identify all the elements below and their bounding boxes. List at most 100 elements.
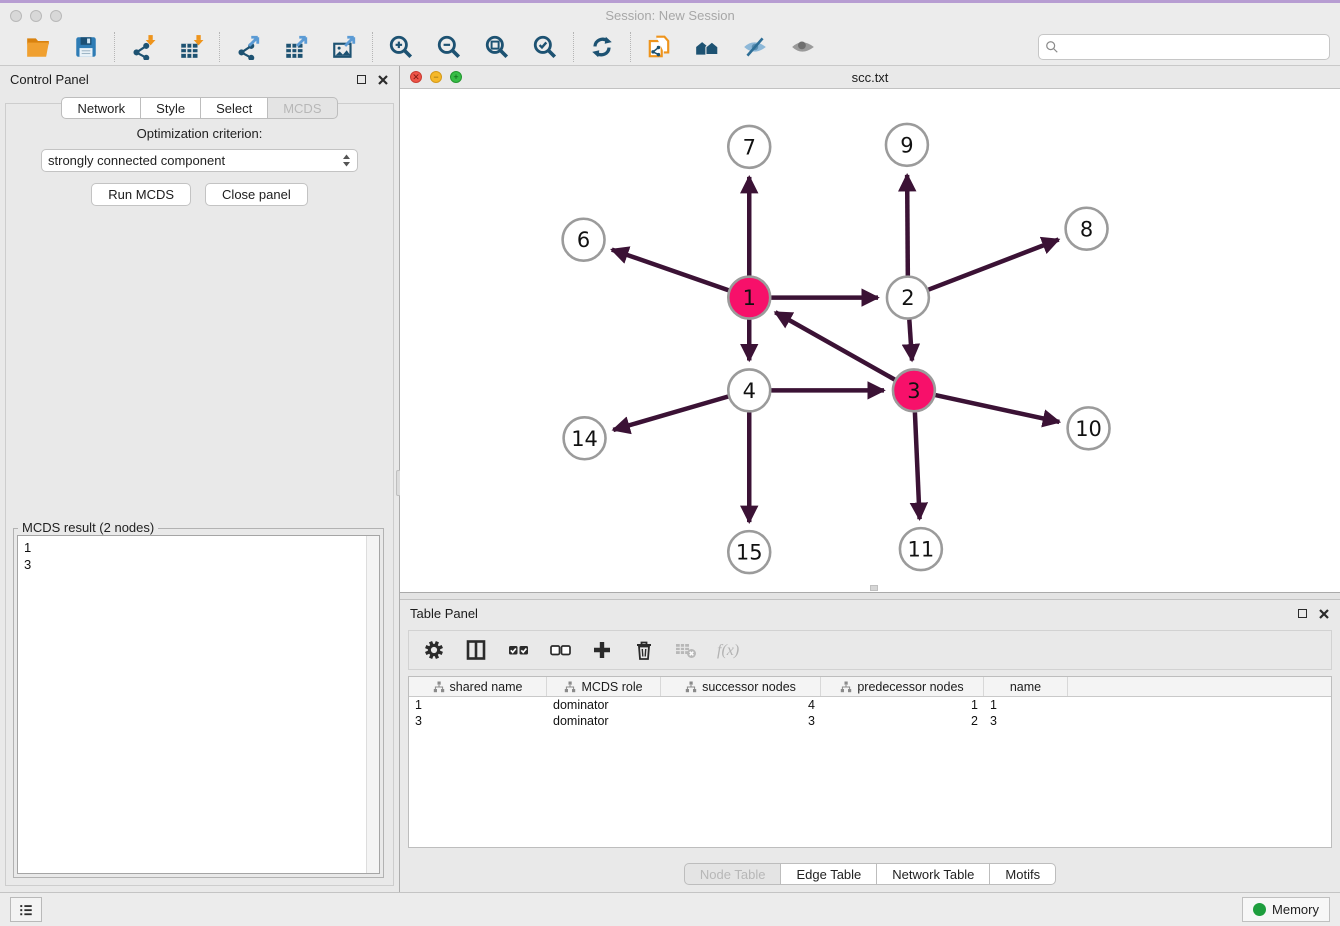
mcds-result-values: 13 (18, 536, 366, 873)
search-box[interactable] (1038, 34, 1330, 60)
float-panel-icon[interactable] (355, 74, 367, 86)
tab-select[interactable]: Select (201, 97, 268, 119)
network-resize-grip[interactable] (870, 585, 878, 591)
zoom-out-button[interactable] (435, 33, 463, 61)
graph-node-4[interactable]: 4 (728, 369, 770, 411)
node-label: 11 (908, 538, 935, 562)
cell-MCDS-role[interactable]: dominator (547, 713, 661, 729)
tab-node-table[interactable]: Node Table (684, 863, 782, 885)
tab-network-table[interactable]: Network Table (877, 863, 990, 885)
graph-node-7[interactable]: 7 (728, 126, 770, 168)
optimization-criterion-label: Optimization criterion: (6, 126, 393, 141)
column-header-MCDS-role[interactable]: MCDS role (547, 677, 661, 696)
select-all-button[interactable] (505, 637, 531, 663)
refresh-icon (589, 34, 615, 60)
graph-edge-2-8[interactable] (928, 240, 1058, 290)
close-panel-button[interactable]: Close panel (205, 183, 308, 206)
tab-motifs[interactable]: Motifs (990, 863, 1056, 885)
graph-edge-3-11[interactable] (915, 412, 920, 519)
table-row[interactable]: 1dominator411 (409, 697, 1331, 713)
import-table-button[interactable] (177, 33, 205, 61)
network-canvas[interactable]: 7 9 6 8 1 2 4 3 14 10 15 11 (400, 89, 1340, 592)
column-header-filler (1068, 677, 1331, 696)
close-panel-icon[interactable] (377, 74, 389, 86)
memory-button[interactable]: Memory (1242, 897, 1330, 922)
cell-name[interactable]: 1 (984, 697, 1068, 713)
graph-edge-3-1[interactable] (775, 312, 894, 379)
column-type-icon (840, 681, 852, 693)
export-image-button[interactable] (330, 33, 358, 61)
float-table-panel-icon[interactable] (1296, 608, 1308, 620)
result-line: 3 (24, 556, 360, 573)
fit-content-button[interactable] (483, 33, 511, 61)
task-history-button[interactable] (10, 897, 42, 922)
svg-text:f(x): f(x) (717, 642, 739, 659)
column-label: name (1010, 680, 1041, 694)
function-builder-button: f(x) (715, 637, 741, 663)
graph-node-15[interactable]: 15 (728, 531, 770, 573)
graph-node-3[interactable]: 3 (893, 369, 935, 411)
graph-node-9[interactable]: 9 (886, 124, 928, 166)
tab-mcds[interactable]: MCDS (268, 97, 337, 119)
graph-node-1[interactable]: 1 (728, 277, 770, 319)
column-label: predecessor nodes (857, 680, 963, 694)
control-panel-title: Control Panel (10, 72, 89, 87)
column-header-successor-nodes[interactable]: successor nodes (661, 677, 821, 696)
right-column: ✕ − + scc.txt 7 9 6 8 1 2 4 (400, 66, 1340, 892)
graph-edge-3-10[interactable] (935, 395, 1059, 422)
tab-style[interactable]: Style (141, 97, 201, 119)
first-neighbors-button[interactable] (693, 33, 721, 61)
zoom-selected-button[interactable] (531, 33, 559, 61)
zoom-selected-icon (532, 34, 558, 60)
graph-node-14[interactable]: 14 (564, 417, 606, 459)
result-scrollbar[interactable] (366, 536, 379, 873)
cell-shared-name[interactable]: 1 (409, 697, 547, 713)
column-header-shared-name[interactable]: shared name (409, 677, 547, 696)
node-label: 3 (907, 379, 920, 403)
graph-node-6[interactable]: 6 (563, 219, 605, 261)
export-table-button[interactable] (282, 33, 310, 61)
search-input[interactable] (1063, 39, 1323, 54)
graph-edge-2-3[interactable] (909, 320, 912, 361)
column-header-name[interactable]: name (984, 677, 1068, 696)
search-icon (1045, 40, 1059, 54)
cell-successor-nodes[interactable]: 3 (661, 713, 821, 729)
graph-node-2[interactable]: 2 (887, 277, 929, 319)
refresh-button[interactable] (588, 33, 616, 61)
unselect-all-button[interactable] (547, 637, 573, 663)
show-all-button[interactable] (789, 33, 817, 61)
graph-edge-4-14[interactable] (613, 396, 728, 429)
hide-selected-button[interactable] (741, 33, 769, 61)
column-header-predecessor-nodes[interactable]: predecessor nodes (821, 677, 984, 696)
first-neighbors-icon (694, 34, 720, 60)
zoom-in-button[interactable] (387, 33, 415, 61)
cell-successor-nodes[interactable]: 4 (661, 697, 821, 713)
tab-edge-table[interactable]: Edge Table (781, 863, 877, 885)
run-mcds-button[interactable]: Run MCDS (91, 183, 191, 206)
import-network-button[interactable] (129, 33, 157, 61)
graph-node-11[interactable]: 11 (900, 528, 942, 570)
cell-MCDS-role[interactable]: dominator (547, 697, 661, 713)
export-network-button[interactable] (234, 33, 262, 61)
close-table-panel-icon[interactable] (1318, 608, 1330, 620)
save-session-button[interactable] (72, 33, 100, 61)
optimization-criterion-select[interactable]: strongly connected component (41, 149, 358, 172)
table-settings-button[interactable] (421, 637, 447, 663)
graph-edge-2-9[interactable] (907, 175, 908, 276)
duplicate-network-button[interactable] (645, 33, 673, 61)
table-row[interactable]: 3dominator323 (409, 713, 1331, 729)
graph-node-10[interactable]: 10 (1068, 407, 1110, 449)
open-file-button[interactable] (24, 33, 52, 61)
cell-shared-name[interactable]: 3 (409, 713, 547, 729)
cell-name[interactable]: 3 (984, 713, 1068, 729)
cell-predecessor-nodes[interactable]: 1 (821, 697, 984, 713)
graph-edge-1-6[interactable] (612, 250, 729, 291)
split-columns-button[interactable] (463, 637, 489, 663)
tab-network[interactable]: Network (61, 97, 141, 119)
window-title: Session: New Session (0, 8, 1340, 23)
graph-node-8[interactable]: 8 (1066, 208, 1108, 250)
cell-predecessor-nodes[interactable]: 2 (821, 713, 984, 729)
delete-column-button[interactable] (631, 637, 657, 663)
add-column-button[interactable] (589, 637, 615, 663)
show-all-icon (790, 34, 816, 60)
